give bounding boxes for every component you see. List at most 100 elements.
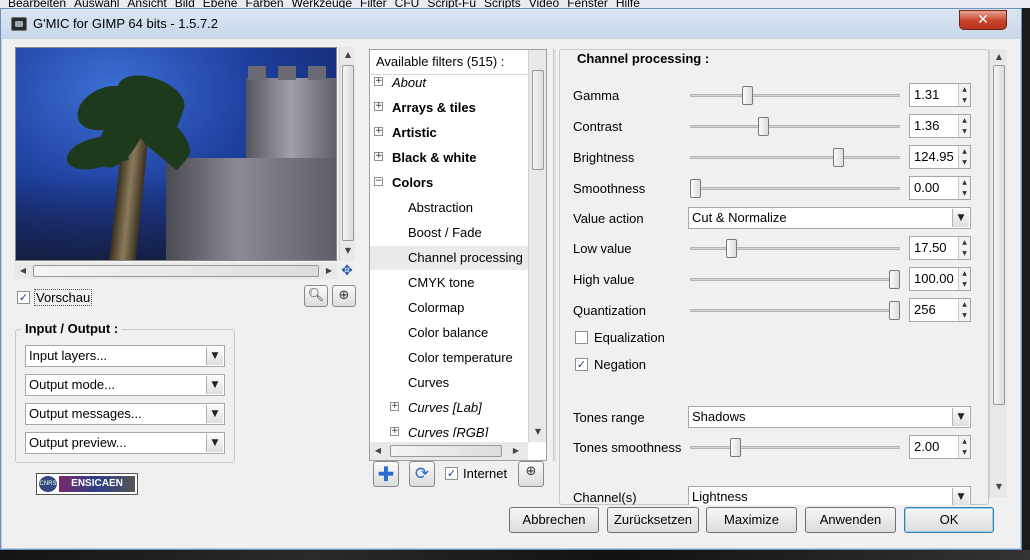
output-messages-combo[interactable]: Output messages... ▼ bbox=[25, 403, 225, 425]
collapse-icon[interactable]: − bbox=[374, 177, 383, 186]
quantization-slider-handle[interactable] bbox=[889, 301, 900, 320]
low-value-slider[interactable] bbox=[690, 247, 900, 250]
scroll-up-arrow-icon[interactable]: ▲ bbox=[340, 49, 356, 61]
close-button[interactable]: ✕ bbox=[959, 10, 1007, 30]
filter-item[interactable]: + About bbox=[370, 71, 528, 95]
quantization-spinbox[interactable]: 256 ▲ ▼ bbox=[909, 298, 971, 322]
filter-item[interactable]: + Curves [RGB] bbox=[370, 421, 528, 437]
spin-arrows-icon[interactable]: ▲ ▼ bbox=[958, 146, 970, 168]
expand-icon[interactable]: + bbox=[374, 127, 383, 136]
gamma-slider-handle[interactable] bbox=[741, 86, 753, 105]
scroll-down-arrow-icon[interactable]: ▼ bbox=[529, 426, 547, 438]
brightness-spinbox[interactable]: 124.95 ▲ ▼ bbox=[909, 145, 971, 169]
channels-combo[interactable]: Lightness ▼ bbox=[688, 486, 971, 505]
high-value-spinbox[interactable]: 100.00 ▲ ▼ bbox=[909, 267, 971, 291]
smoothness-slider-handle[interactable] bbox=[690, 179, 701, 198]
filter-item[interactable]: Curves bbox=[370, 371, 528, 395]
scroll-right-arrow-icon[interactable]: ▶ bbox=[510, 445, 522, 457]
expand-icon[interactable]: + bbox=[374, 102, 383, 111]
zoom-in-icon[interactable]: ⊕ bbox=[332, 285, 356, 307]
scroll-down-arrow-icon[interactable]: ▼ bbox=[990, 481, 1008, 493]
internet-checkbox[interactable]: ✓ bbox=[445, 467, 458, 480]
filter-item[interactable]: Colormap bbox=[370, 296, 528, 320]
ok-button[interactable]: OK bbox=[904, 507, 994, 533]
tones-smoothness-spinbox[interactable]: 2.00 ▲ ▼ bbox=[909, 435, 971, 459]
output-preview-combo[interactable]: Output preview... ▼ bbox=[25, 432, 225, 454]
spin-arrows-icon[interactable]: ▲ ▼ bbox=[958, 84, 970, 106]
filter-item[interactable]: CMYK tone bbox=[370, 271, 528, 295]
preview-vscroll-thumb[interactable] bbox=[342, 65, 354, 241]
scroll-down-arrow-icon[interactable]: ▼ bbox=[340, 245, 356, 257]
filter-item[interactable]: Color balance bbox=[370, 321, 528, 345]
spin-arrows-icon[interactable]: ▲ ▼ bbox=[958, 268, 970, 290]
spin-arrows-icon[interactable]: ▲ ▼ bbox=[958, 177, 970, 199]
preview-checkbox[interactable]: ✓ bbox=[17, 291, 30, 304]
preview-image[interactable] bbox=[15, 47, 337, 261]
scroll-left-arrow-icon[interactable]: ◀ bbox=[372, 445, 384, 457]
input-layers-combo[interactable]: Input layers... ▼ bbox=[25, 345, 225, 367]
cnrs-ensicaen-logo[interactable]: CNRS ENSICAEN bbox=[36, 473, 138, 495]
gamma-spinbox[interactable]: 1.31 ▲ ▼ bbox=[909, 83, 971, 107]
low-value-spinbox[interactable]: 17.50 ▲ ▼ bbox=[909, 236, 971, 260]
gamma-slider[interactable] bbox=[690, 94, 900, 97]
tones-range-combo[interactable]: Shadows ▼ bbox=[688, 406, 971, 428]
filters-hscrollbar[interactable]: ◀ ▶ bbox=[370, 442, 528, 460]
brightness-slider[interactable] bbox=[690, 156, 900, 159]
scroll-up-arrow-icon[interactable]: ▲ bbox=[990, 51, 1008, 63]
filter-item[interactable]: Abstraction bbox=[370, 196, 528, 220]
filters-vscrollbar[interactable]: ▼ bbox=[528, 50, 546, 442]
expand-icon[interactable]: + bbox=[374, 152, 383, 161]
title-bar[interactable]: G'MIC for GIMP 64 bits - 1.5.7.2 ✕ bbox=[1, 9, 1021, 39]
filter-item[interactable]: + Artistic bbox=[370, 121, 528, 145]
refresh-icon[interactable]: ⟳ bbox=[409, 461, 435, 487]
high-value-slider-handle[interactable] bbox=[889, 270, 900, 289]
cancel-button[interactable]: Abbrechen bbox=[509, 507, 599, 533]
filter-item[interactable]: + Arrays & tiles bbox=[370, 96, 528, 120]
filter-item[interactable]: + Black & white bbox=[370, 146, 528, 170]
spin-arrows-icon[interactable]: ▲ ▼ bbox=[958, 115, 970, 137]
spin-arrows-icon[interactable]: ▲ ▼ bbox=[958, 237, 970, 259]
preview-vscrollbar[interactable]: ▲ ▼ bbox=[339, 47, 355, 261]
add-filter-icon[interactable]: ✚ bbox=[373, 461, 399, 487]
low-value-slider-handle[interactable] bbox=[725, 239, 737, 258]
search-filter-icon[interactable]: ⊕ bbox=[518, 461, 544, 487]
high-value-slider[interactable] bbox=[690, 278, 900, 281]
filter-item[interactable]: + Curves [Lab] bbox=[370, 396, 528, 420]
brightness-slider-handle[interactable] bbox=[833, 148, 845, 167]
panel-splitter[interactable] bbox=[553, 49, 556, 461]
output-mode-combo[interactable]: Output mode... ▼ bbox=[25, 374, 225, 396]
negation-checkbox[interactable]: ✓ bbox=[575, 358, 588, 371]
zoom-out-icon[interactable]: 🔍︎ bbox=[304, 285, 328, 307]
contrast-slider-handle[interactable] bbox=[757, 117, 769, 136]
expand-icon[interactable]: + bbox=[374, 77, 383, 86]
quantization-slider[interactable] bbox=[690, 309, 900, 312]
preview-checkbox-label[interactable]: Vorschau bbox=[34, 289, 93, 306]
filters-hscroll-thumb[interactable] bbox=[390, 445, 502, 457]
scroll-left-arrow-icon[interactable]: ◀ bbox=[17, 265, 29, 277]
apply-button[interactable]: Anwenden bbox=[805, 507, 896, 533]
reset-button[interactable]: Zurücksetzen bbox=[607, 507, 699, 533]
params-vscrollbar[interactable]: ▲ ▼ bbox=[989, 49, 1007, 497]
filter-item[interactable]: Channel processing bbox=[370, 246, 528, 270]
expand-icon[interactable]: + bbox=[390, 427, 399, 436]
filter-item[interactable]: Boost / Fade bbox=[370, 221, 528, 245]
params-vscroll-thumb[interactable] bbox=[993, 65, 1005, 405]
contrast-spinbox[interactable]: 1.36 ▲ ▼ bbox=[909, 114, 971, 138]
filter-item[interactable]: Color temperature bbox=[370, 346, 528, 370]
expand-icon[interactable]: + bbox=[390, 402, 399, 411]
filter-item[interactable]: − Colors bbox=[370, 171, 528, 195]
preview-hscroll-thumb[interactable] bbox=[33, 265, 319, 277]
spin-arrows-icon[interactable]: ▲ ▼ bbox=[958, 299, 970, 321]
smoothness-slider[interactable] bbox=[690, 187, 900, 190]
smoothness-spinbox[interactable]: 0.00 ▲ ▼ bbox=[909, 176, 971, 200]
scroll-right-arrow-icon[interactable]: ▶ bbox=[323, 265, 335, 277]
value-action-combo[interactable]: Cut & Normalize ▼ bbox=[688, 207, 971, 229]
move-cross-icon[interactable]: ✥ bbox=[339, 263, 355, 279]
filters-tree[interactable]: Available filters (515) : + About + Arrays … bbox=[369, 49, 547, 461]
tones-smoothness-slider-handle[interactable] bbox=[729, 438, 741, 457]
contrast-slider[interactable] bbox=[690, 125, 900, 128]
equalization-checkbox[interactable] bbox=[575, 331, 588, 344]
maximize-button[interactable]: Maximize bbox=[706, 507, 797, 533]
filters-vscroll-thumb[interactable] bbox=[532, 70, 544, 170]
spin-arrows-icon[interactable]: ▲ ▼ bbox=[958, 436, 970, 458]
